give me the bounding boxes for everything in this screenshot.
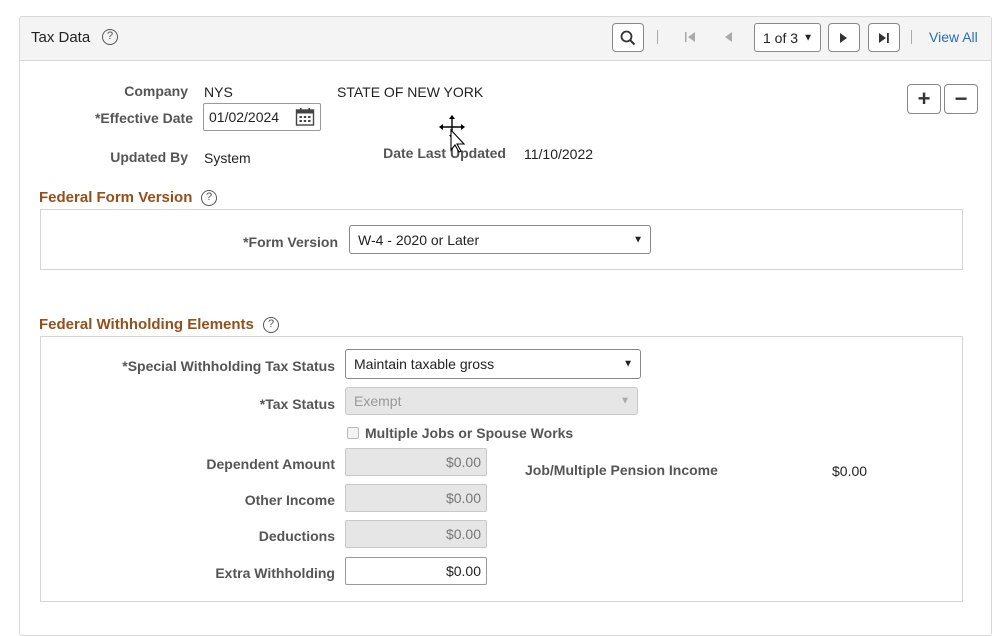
- other-income-value: $0.00: [445, 490, 481, 506]
- first-page-icon[interactable]: [684, 30, 696, 44]
- special-status-value: Maintain taxable gross: [354, 356, 495, 372]
- effective-date-value: 01/02/2024: [209, 109, 280, 125]
- special-status-label: *Special Withholding Tax Status: [122, 358, 335, 374]
- dependent-amount-value: $0.00: [445, 454, 481, 470]
- updated-by-label: Updated By: [110, 149, 188, 165]
- remove-icon: −: [954, 86, 968, 111]
- other-income-input: $0.00: [345, 484, 487, 512]
- previous-icon[interactable]: [723, 30, 733, 44]
- search-button[interactable]: [612, 23, 644, 52]
- separator: [657, 30, 658, 44]
- effective-date-label: *Effective Date: [94, 110, 193, 126]
- other-income-label: Other Income: [244, 492, 335, 508]
- deductions-value: $0.00: [445, 526, 481, 542]
- separator: [911, 30, 912, 44]
- company-code: NYS: [204, 84, 233, 100]
- help-icon[interactable]: ?: [263, 317, 279, 333]
- add-row-button[interactable]: +: [907, 84, 941, 114]
- job-pension-label: Job/Multiple Pension Income: [525, 462, 718, 478]
- search-icon: [620, 30, 636, 45]
- add-icon: +: [917, 86, 931, 111]
- date-last-updated-value: 11/10/2022: [524, 146, 594, 162]
- extra-withholding-label: Extra Withholding: [215, 565, 335, 581]
- tax-data-panel: Tax Data ? 1 of 3 ▼ View All Company NYS…: [19, 16, 992, 636]
- delete-row-button[interactable]: −: [944, 84, 978, 114]
- tax-status-label: *Tax Status: [259, 396, 335, 412]
- federal-form-section-title: Federal Form Version: [39, 189, 193, 206]
- move-cursor-icon: [439, 115, 466, 153]
- federal-withholding-section-title: Federal Withholding Elements: [39, 316, 254, 333]
- dependent-amount-label: Dependent Amount: [206, 456, 335, 472]
- extra-withholding-input[interactable]: $0.00: [345, 557, 487, 585]
- calendar-icon[interactable]: [295, 107, 315, 127]
- company-name: STATE OF NEW YORK: [337, 84, 484, 100]
- chevron-down-icon: ▼: [803, 32, 813, 43]
- updated-by-value: System: [204, 150, 251, 166]
- form-version-value: W-4 - 2020 or Later: [358, 231, 480, 248]
- deductions-label: Deductions: [258, 528, 335, 544]
- form-version-label: *Form Version: [243, 234, 338, 250]
- last-page-button[interactable]: [868, 23, 900, 52]
- dependent-amount-input: $0.00: [345, 448, 487, 476]
- page-title: Tax Data: [31, 29, 91, 46]
- panel-header: Tax Data ? 1 of 3 ▼ View All: [20, 17, 991, 61]
- next-icon: [840, 32, 847, 43]
- form-version-select[interactable]: W-4 - 2020 or Later ▼: [349, 225, 651, 254]
- extra-withholding-value: $0.00: [445, 563, 481, 579]
- special-status-select[interactable]: Maintain taxable gross ▼: [345, 349, 641, 379]
- company-label: Company: [124, 83, 188, 99]
- page-select-value: 1 of 3: [763, 29, 799, 46]
- job-pension-value: $0.00: [832, 463, 868, 479]
- page-select[interactable]: 1 of 3 ▼: [754, 23, 821, 52]
- tax-status-value: Exempt: [354, 393, 402, 409]
- last-page-icon: [879, 32, 889, 43]
- multiple-jobs-checkbox: [347, 427, 359, 439]
- date-last-updated-label: Date Last Updated: [383, 145, 506, 161]
- chevron-down-icon: ▼: [620, 395, 630, 407]
- chevron-down-icon: ▼: [623, 358, 633, 370]
- next-button[interactable]: [828, 23, 860, 52]
- multiple-jobs-label: Multiple Jobs or Spouse Works: [365, 425, 574, 441]
- help-icon[interactable]: ?: [201, 190, 217, 206]
- chevron-down-icon: ▼: [633, 234, 643, 245]
- view-all-link[interactable]: View All: [929, 29, 978, 45]
- deductions-input: $0.00: [345, 520, 487, 548]
- tax-status-select: Exempt ▼: [345, 387, 638, 415]
- pointer-cursor-icon: [450, 128, 466, 153]
- help-icon[interactable]: ?: [102, 29, 118, 45]
